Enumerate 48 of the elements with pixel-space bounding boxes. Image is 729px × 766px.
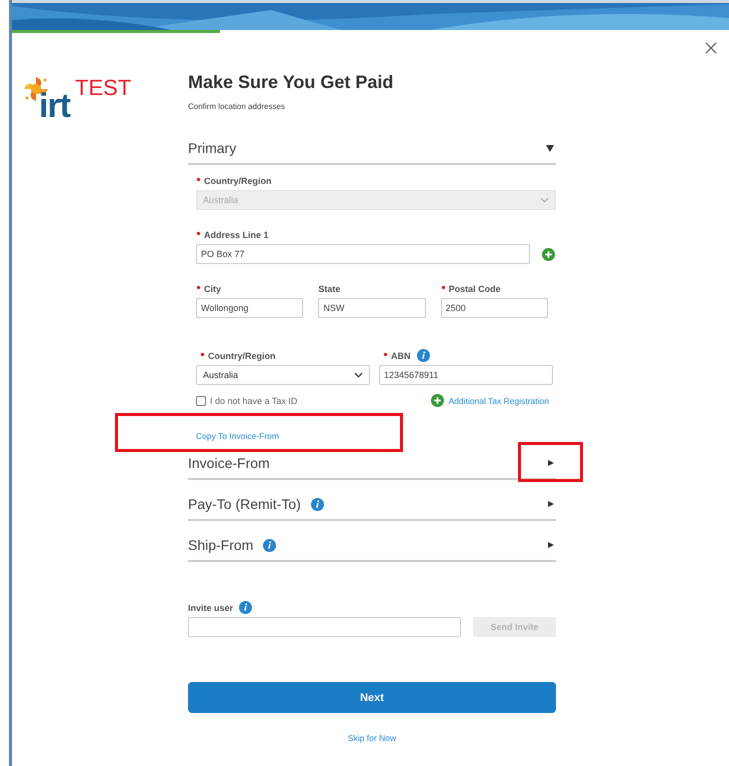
abn-field[interactable]: 12345678911	[379, 365, 553, 385]
section-title: Invoice-From	[188, 455, 270, 471]
country-select[interactable]: Australia	[196, 365, 370, 385]
required-icon	[383, 352, 388, 356]
info-icon[interactable]	[310, 498, 324, 510]
chevron-icon	[354, 372, 363, 378]
text-field[interactable]: 2500	[440, 298, 548, 318]
field-label: Country/Region	[208, 350, 276, 360]
page-title: Make Sure You Get Paid	[188, 71, 394, 94]
section-title: Ship-From	[188, 537, 254, 553]
info-icon[interactable]	[263, 538, 276, 552]
field-label: Address Line 1	[204, 230, 269, 240]
section-header[interactable]: Primary	[188, 133, 556, 165]
section-header[interactable]: Pay-To (Remit-To)	[188, 489, 556, 521]
section-header[interactable]: Ship-From	[188, 530, 556, 562]
checkbox-label: I do not have a Tax ID	[210, 396, 298, 406]
required-icon	[196, 176, 201, 182]
page-subtitle: Confirm location addresses	[188, 102, 286, 112]
address-field[interactable]: PO Box 77	[196, 244, 530, 264]
additional-tax-link[interactable]: Additional Tax Registration	[448, 396, 549, 406]
section-header[interactable]: Invoice-From	[188, 448, 556, 480]
field-label: City	[204, 284, 222, 294]
text-field[interactable]: Wollongong	[196, 298, 304, 318]
required-icon	[196, 284, 201, 290]
skip-link[interactable]: Skip for Now	[348, 733, 396, 743]
chevron-icon	[540, 197, 549, 203]
invite-field[interactable]	[188, 617, 461, 637]
highlight-frame	[518, 442, 583, 482]
test-label: TEST	[75, 75, 132, 101]
add-icon[interactable]	[542, 248, 555, 260]
section-title: Pay-To (Remit-To)	[188, 496, 301, 512]
checkbox[interactable]	[196, 396, 206, 406]
text-field[interactable]: NSW	[318, 298, 426, 318]
next-button[interactable]: Next	[188, 682, 556, 713]
field-label: State	[318, 284, 340, 294]
field-label: Invite user	[188, 602, 234, 612]
copy-link[interactable]: Copy To Invoice-From	[196, 431, 279, 441]
close-icon[interactable]	[705, 42, 717, 54]
field-label: ABN	[391, 350, 410, 360]
required-icon	[200, 352, 205, 356]
info-icon[interactable]	[416, 349, 430, 362]
add-icon[interactable]	[430, 394, 444, 407]
required-icon	[440, 284, 446, 290]
info-icon[interactable]	[239, 601, 252, 614]
logo-wordmark: irt	[39, 86, 70, 126]
required-icon	[196, 230, 201, 236]
field-label: Postal Code	[448, 284, 501, 294]
field-label: Country/Region	[204, 176, 272, 186]
